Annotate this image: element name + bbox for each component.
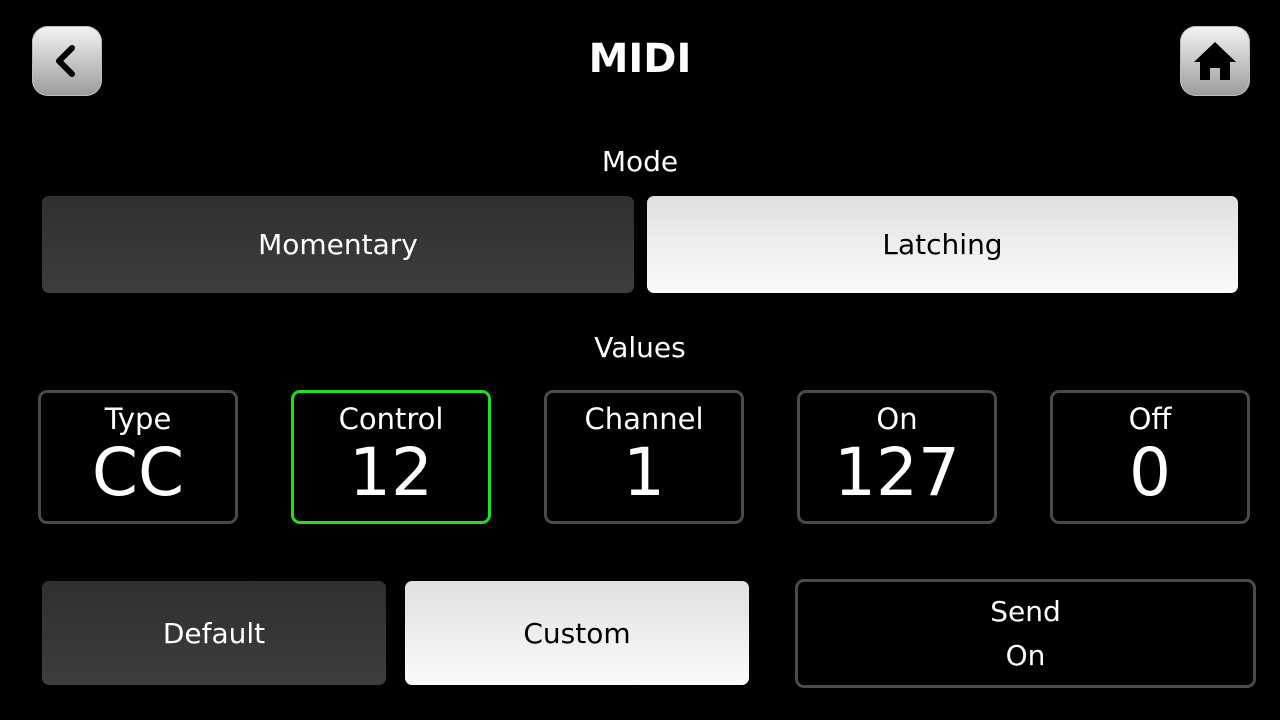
page-title: MIDI [588,36,692,82]
mode-momentary-button[interactable]: Momentary [42,196,634,293]
value-control-field[interactable]: Control 12 [291,390,491,524]
home-button[interactable] [1180,26,1250,96]
send-state: On [1005,638,1046,672]
value-on-field[interactable]: On 127 [797,390,997,524]
home-icon [1194,42,1236,80]
send-label: Send [990,594,1061,628]
preset-default-button[interactable]: Default [42,581,386,685]
mode-label: Mode [601,145,679,178]
value-on-label: On [876,402,918,436]
value-off-field[interactable]: Off 0 [1050,390,1250,524]
value-off-value: 0 [1129,434,1171,511]
mode-momentary-label: Momentary [258,228,418,261]
value-type-value: CC [91,434,185,511]
value-channel-label: Channel [584,402,704,436]
preset-default-label: Default [162,616,266,650]
value-off-label: Off [1128,402,1172,436]
preset-custom-label: Custom [523,616,631,650]
value-control-value: 12 [349,434,433,511]
mode-latching-label: Latching [882,228,1003,261]
send-toggle-button[interactable]: Send On [795,579,1256,688]
values-label: Values [594,331,686,364]
mode-latching-button[interactable]: Latching [647,196,1238,293]
value-type-field[interactable]: Type CC [38,390,238,524]
value-control-label: Control [338,402,444,436]
value-on-value: 127 [834,434,960,511]
value-type-label: Type [104,402,172,436]
value-channel-value: 1 [623,434,665,511]
preset-custom-button[interactable]: Custom [405,581,749,685]
value-channel-field[interactable]: Channel 1 [544,390,744,524]
